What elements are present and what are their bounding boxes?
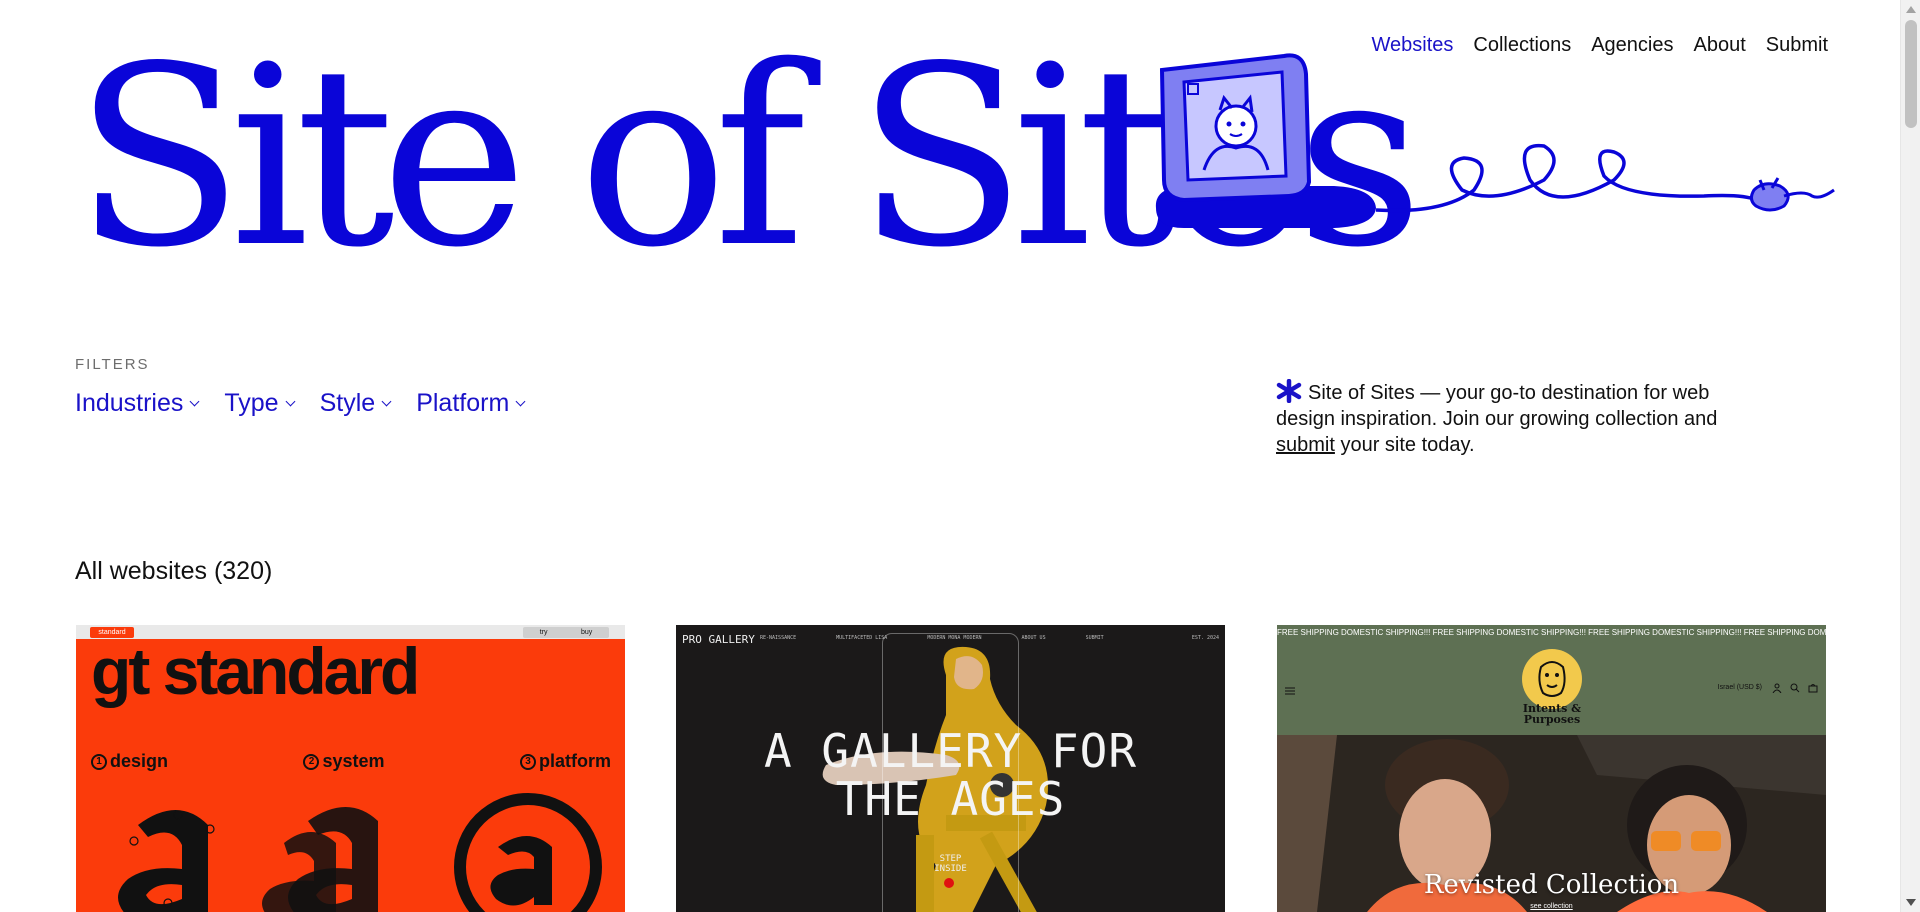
- filter-bar: Industries Type Style Platform: [75, 389, 526, 418]
- letter-a-glyphs-illustration: [118, 793, 602, 912]
- filter-platform-label: Platform: [416, 389, 510, 417]
- card-site-title-line1: A GALLERY FOR: [763, 724, 1138, 778]
- card-site-brand-line2: Purposes: [1523, 713, 1581, 726]
- scrollbar-thumb[interactable]: [1905, 20, 1917, 128]
- card-site-year: EST. 2024: [1191, 635, 1219, 641]
- card-site-links: RE-NAISSANCE MULTIFACETED LISA MODERN MO…: [760, 635, 1104, 641]
- card-site-red-dot: [944, 878, 954, 888]
- all-websites-title: All websites (320): [75, 557, 273, 585]
- card-header-icons: [1772, 683, 1818, 693]
- card-feature: 2 system: [303, 751, 385, 772]
- feature-label: platform: [539, 751, 611, 771]
- card-site-title-line2: THE AGES: [835, 772, 1066, 826]
- card-site-cta: STEP INSIDE: [676, 854, 1225, 874]
- intro-text: Site of Sites — your go-to destination f…: [1276, 375, 1746, 458]
- chevron-down-icon: [285, 396, 296, 406]
- filters-label: FILTERS: [75, 356, 150, 373]
- filter-style-label: Style: [319, 389, 376, 417]
- intro-text-before: Site of Sites — your go-to destination f…: [1276, 382, 1718, 430]
- card-pill-try: try: [539, 629, 548, 636]
- filter-type-label: Type: [224, 389, 279, 417]
- page: Websites Collections Agencies About Subm…: [0, 0, 1900, 912]
- card-feature: 1 design: [91, 751, 168, 772]
- card-site-link: MODERN MONA MODERN: [927, 635, 982, 641]
- bag-icon: [1808, 684, 1818, 693]
- page-scrollbar[interactable]: [1900, 0, 1920, 912]
- intro-text-after: your site today.: [1334, 434, 1475, 456]
- feature-number: 2: [303, 753, 320, 770]
- filter-industries[interactable]: Industries: [75, 389, 200, 418]
- filter-platform[interactable]: Platform: [416, 389, 526, 418]
- card-site-logo: Intents & Purposes: [1517, 649, 1587, 729]
- card-site-brand: PRO GALLERY: [682, 633, 755, 646]
- feature-label: design: [110, 751, 169, 771]
- user-icon: [1772, 683, 1782, 693]
- filter-type[interactable]: Type: [224, 389, 296, 418]
- card-headline: gt standard: [91, 634, 420, 708]
- asterisk-icon: [1276, 378, 1302, 404]
- card-pill-buy: buy: [580, 629, 593, 636]
- card-feature-list: 1 design 2 system 3 platform: [91, 751, 611, 772]
- website-card-gt-standard[interactable]: standard try buy gt standard 1 design 2 …: [76, 625, 625, 912]
- card-marquee: FREE SHIPPING DOMESTIC SHIPPING!!! FREE …: [1277, 625, 1826, 641]
- menu-icon: [1285, 687, 1295, 695]
- computer-mouse-illustration: [1155, 53, 1835, 228]
- feature-number: 3: [520, 753, 536, 770]
- card-site-header: PRO GALLERY RE-NAISSANCE MULTIFACETED LI…: [676, 625, 1225, 651]
- card-site-link: RE-NAISSANCE: [760, 635, 797, 641]
- card-site-brand: Intents & Purposes: [1507, 703, 1597, 725]
- card-hero-link: see collection: [1530, 903, 1573, 910]
- submit-link[interactable]: submit: [1276, 434, 1335, 456]
- website-card-pro-gallery[interactable]: PRO GALLERY RE-NAISSANCE MULTIFACETED LI…: [676, 625, 1225, 912]
- card-site-link: ABOUT US: [1021, 635, 1046, 641]
- card-pill: try buy: [523, 627, 609, 638]
- chevron-down-icon: [381, 396, 392, 406]
- card-currency-select: Israel (USD $): [1717, 684, 1762, 691]
- card-hero-caption: Revisted Collection: [1423, 870, 1680, 900]
- filter-industries-label: Industries: [75, 389, 184, 417]
- feature-label: system: [322, 751, 385, 771]
- card-site-cta-line2: INSIDE: [934, 864, 967, 874]
- card-site-title: A GALLERY FOR THE AGES: [676, 727, 1225, 823]
- website-card-intents-purposes[interactable]: FREE SHIPPING DOMESTIC SHIPPING!!! FREE …: [1277, 625, 1826, 912]
- filter-style[interactable]: Style: [319, 389, 392, 418]
- chevron-down-icon: [515, 396, 526, 406]
- card-site-link: MULTIFACETED LISA: [836, 635, 888, 641]
- search-icon: [1790, 683, 1800, 693]
- card-site-link: SUBMIT: [1085, 635, 1104, 641]
- chevron-down-icon: [189, 396, 200, 406]
- card-feature: 3 platform: [520, 751, 611, 772]
- feature-number: 1: [91, 753, 107, 770]
- card-site-header: Intents & Purposes Israel (USD $): [1277, 641, 1826, 735]
- scroll-down-arrow-icon[interactable]: [1906, 899, 1916, 906]
- card-site-cta-line1: STEP: [939, 854, 962, 864]
- site-logo[interactable]: Site of Sites: [74, 30, 1835, 282]
- scroll-up-arrow-icon[interactable]: [1906, 6, 1916, 13]
- face-logo-icon: [1522, 649, 1582, 709]
